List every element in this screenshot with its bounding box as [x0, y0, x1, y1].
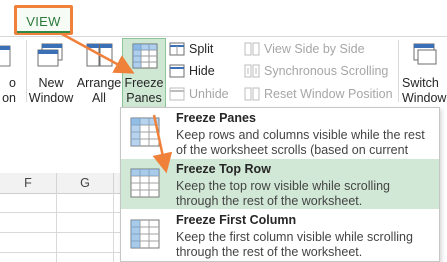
- switch-windows-button[interactable]: Switch Window: [400, 38, 447, 108]
- column-header-f[interactable]: F: [0, 173, 57, 194]
- menu-item-description: Keep the first column visible while scro…: [176, 230, 413, 259]
- partial-left-button[interactable]: o on: [0, 38, 16, 108]
- grid-line: [113, 193, 114, 262]
- arrange-all-icon: [86, 43, 113, 67]
- menu-item-description: Keep the top row visible while scrolling…: [176, 179, 390, 208]
- synchronous-scrolling-button[interactable]: Synchronous Scrolling: [244, 62, 389, 80]
- menu-item-freeze-panes[interactable]: Freeze Panes Keep rows and columns visib…: [121, 108, 439, 172]
- freeze-first-column-icon: [130, 219, 160, 249]
- view-side-by-side-button[interactable]: View Side by Side: [244, 40, 365, 58]
- hide-label: Hide: [189, 64, 215, 78]
- synchronous-scrolling-label: Synchronous Scrolling: [264, 64, 389, 78]
- freeze-panes-icon: [130, 117, 160, 147]
- reset-window-position-button[interactable]: Reset Window Position: [244, 85, 393, 103]
- grid-line: [0, 212, 125, 213]
- unhide-button[interactable]: Unhide: [169, 85, 235, 103]
- partial-left-label-1: o: [9, 76, 16, 90]
- freeze-top-row-icon: [130, 168, 160, 198]
- column-header-g[interactable]: G: [57, 173, 114, 194]
- partial-left-label-2: on: [2, 91, 16, 105]
- group-separator: [398, 40, 399, 102]
- arrange-all-label-1: Arrange: [76, 76, 122, 90]
- split-label: Split: [189, 42, 214, 56]
- menu-item-freeze-top-row[interactable]: Freeze Top Row Keep the top row visible …: [121, 159, 439, 209]
- side-by-side-icon: [244, 42, 260, 56]
- switch-windows-icon: [413, 43, 436, 65]
- arrange-all-button[interactable]: Arrange All: [76, 38, 122, 108]
- new-window-icon: [37, 43, 63, 67]
- active-tab-underline: [17, 31, 70, 33]
- grid-line: [56, 193, 57, 262]
- freeze-panes-button[interactable]: Freeze Panes ▾: [122, 38, 166, 120]
- hide-button[interactable]: Hide: [169, 62, 229, 80]
- unhide-icon: [169, 87, 185, 101]
- split-button[interactable]: Split: [169, 40, 229, 58]
- switch-windows-label-2: Window: [402, 91, 447, 105]
- split-icon: [169, 42, 185, 56]
- hide-icon: [169, 64, 185, 78]
- grid-line: [0, 252, 125, 253]
- new-window-label-2: Window: [28, 91, 74, 105]
- group-separator: [26, 40, 27, 102]
- freeze-panes-dropdown: Freeze Panes Keep rows and columns visib…: [120, 107, 440, 262]
- unhide-label: Unhide: [189, 87, 229, 101]
- grid-line: [0, 232, 125, 233]
- menu-item-title: Freeze Panes: [176, 111, 256, 125]
- reset-window-position-icon: [244, 87, 260, 101]
- arrange-all-label-2: All: [92, 91, 106, 105]
- tab-view-label: VIEW: [26, 14, 61, 29]
- freeze-panes-icon: [132, 43, 158, 69]
- menu-item-title: Freeze First Column: [176, 213, 297, 227]
- synchronous-scrolling-icon: [244, 64, 260, 78]
- reset-window-position-label: Reset Window Position: [264, 87, 393, 101]
- page-layout-icon: [0, 45, 11, 67]
- freeze-panes-label-1: Freeze: [124, 76, 164, 90]
- ribbon-tab-bar: VIEW: [0, 0, 447, 36]
- column-header-g-label: G: [80, 176, 90, 190]
- new-window-button[interactable]: New Window: [28, 38, 74, 108]
- column-header-f-label: F: [24, 176, 32, 190]
- menu-item-freeze-first-column[interactable]: Freeze First Column Keep the first colum…: [121, 210, 439, 260]
- switch-windows-label-1: Switch: [402, 76, 439, 90]
- view-side-by-side-label: View Side by Side: [264, 42, 365, 56]
- new-window-label-1: New: [38, 76, 64, 90]
- menu-item-title: Freeze Top Row: [176, 162, 271, 176]
